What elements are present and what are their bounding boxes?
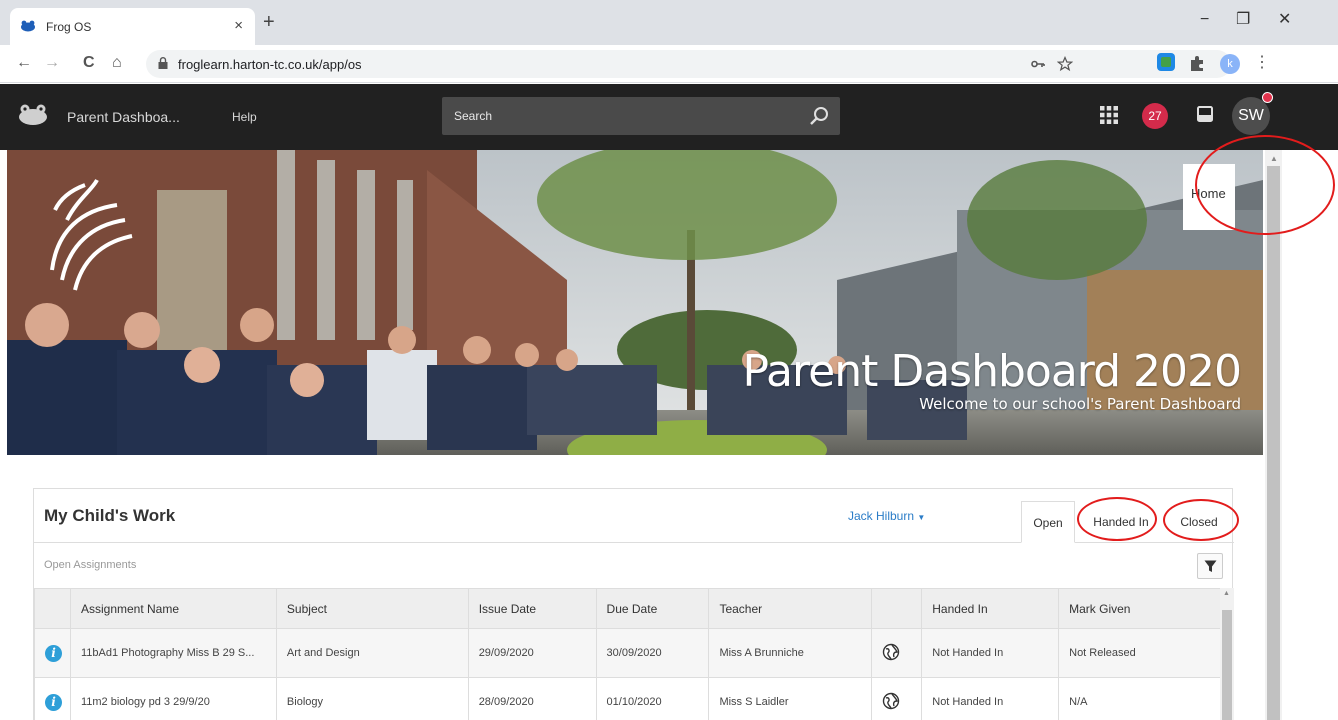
profile-avatar[interactable]: k bbox=[1220, 54, 1240, 74]
filter-button[interactable] bbox=[1197, 553, 1223, 579]
back-button[interactable]: ← bbox=[16, 54, 32, 72]
apps-grid-icon[interactable] bbox=[1100, 106, 1118, 124]
notification-badge[interactable]: 27 bbox=[1142, 103, 1168, 129]
key-icon[interactable] bbox=[1031, 59, 1045, 69]
browser-tabstrip: Frog OS × + − ❐ ✕ bbox=[0, 0, 1338, 45]
issue-date: 28/09/2020 bbox=[467, 677, 597, 720]
annotation-circle-closed bbox=[1163, 499, 1239, 541]
annotation-circle-home bbox=[1195, 135, 1335, 235]
home-nav-button[interactable]: ⌂ bbox=[112, 54, 122, 72]
info-icon[interactable]: i bbox=[45, 644, 62, 662]
tab-close-icon[interactable]: × bbox=[234, 17, 243, 34]
tab-open[interactable]: Open bbox=[1021, 501, 1075, 543]
column-header[interactable]: Issue Date bbox=[467, 588, 597, 629]
widget-title: My Child's Work bbox=[44, 506, 176, 525]
frog-logo-icon[interactable] bbox=[18, 104, 48, 126]
info-icon[interactable]: i bbox=[45, 693, 62, 711]
column-header[interactable]: Teacher bbox=[708, 588, 873, 629]
assignment-name[interactable]: 11bAd1 Photography Miss B 29 S... bbox=[69, 628, 277, 678]
inbox-tray-icon[interactable] bbox=[1197, 106, 1213, 122]
filter-icon bbox=[1204, 560, 1217, 572]
lock-icon bbox=[158, 57, 168, 69]
forward-button[interactable]: → bbox=[44, 54, 60, 72]
search-placeholder: Search bbox=[454, 109, 493, 123]
column-header[interactable]: Subject bbox=[275, 588, 469, 629]
browser-tab[interactable]: Frog OS × bbox=[10, 8, 255, 45]
user-avatar[interactable]: SW bbox=[1232, 97, 1270, 135]
tab-title: Frog OS bbox=[46, 20, 92, 34]
browser-menu-icon[interactable]: ⋮ bbox=[1254, 54, 1270, 72]
mark-given: Not Released bbox=[1058, 628, 1234, 678]
restore-button[interactable]: ❐ bbox=[1236, 12, 1250, 28]
extension-icon[interactable] bbox=[1157, 53, 1175, 71]
avatar-alert-badge bbox=[1262, 92, 1273, 103]
column-header bbox=[871, 588, 923, 629]
address-bar[interactable]: froglearn.harton-tc.co.uk/app/os bbox=[146, 50, 1231, 78]
child-name: Jack Hilburn bbox=[848, 509, 915, 523]
handed-in-status: Not Handed In bbox=[921, 628, 1060, 678]
due-date: 30/09/2020 bbox=[595, 628, 710, 678]
column-header[interactable]: Mark Given bbox=[1058, 588, 1234, 629]
minimize-button[interactable]: − bbox=[1200, 12, 1209, 28]
column-header bbox=[34, 588, 71, 629]
chevron-down-icon: ▼ bbox=[917, 513, 926, 522]
close-window-button[interactable]: ✕ bbox=[1278, 12, 1291, 28]
subject: Art and Design bbox=[275, 628, 469, 678]
globe-icon[interactable] bbox=[882, 692, 900, 710]
table-scroll-thumb[interactable] bbox=[1222, 610, 1232, 720]
table-scroll-up-icon[interactable]: ▲ bbox=[1223, 590, 1230, 597]
banner-subtitle: Welcome to our school's Parent Dashboard bbox=[919, 395, 1241, 413]
new-tab-button[interactable]: + bbox=[263, 12, 275, 32]
table-header-row: Assignment Name Subject Issue Date Due D… bbox=[34, 588, 1234, 629]
banner-image: Parent Dashboard 2020 Welcome to our sch… bbox=[7, 150, 1263, 455]
assignments-table: Assignment Name Subject Issue Date Due D… bbox=[34, 588, 1234, 720]
subject: Biology bbox=[275, 677, 469, 720]
browser-toolbar: ← → C ⌂ froglearn.harton-tc.co.uk/app/os… bbox=[0, 45, 1338, 83]
handed-in-status: Not Handed In bbox=[921, 677, 1060, 720]
help-link[interactable]: Help bbox=[232, 110, 257, 124]
url-text: froglearn.harton-tc.co.uk/app/os bbox=[178, 57, 362, 72]
app-title[interactable]: Parent Dashboa... bbox=[67, 109, 180, 125]
app-header: Parent Dashboa... Help Search 27 SW bbox=[0, 84, 1338, 150]
teacher: Miss A Brunniche bbox=[708, 628, 873, 678]
due-date: 01/10/2020 bbox=[595, 677, 710, 720]
banner-title: Parent Dashboard 2020 bbox=[742, 346, 1242, 397]
annotation-circle-handed-in bbox=[1077, 497, 1157, 541]
reload-button[interactable]: C bbox=[83, 54, 95, 72]
star-icon[interactable] bbox=[1057, 56, 1073, 72]
frog-favicon-icon bbox=[21, 20, 35, 32]
globe-icon[interactable] bbox=[882, 643, 900, 661]
my-childs-work-widget: My Child's Work Jack Hilburn ▼ Open Hand… bbox=[33, 488, 1234, 720]
table-scrollbar[interactable]: ▲ bbox=[1220, 588, 1234, 720]
child-selector[interactable]: Jack Hilburn ▼ bbox=[848, 509, 925, 523]
search-input[interactable]: Search bbox=[442, 97, 840, 135]
table-row[interactable]: i 11bAd1 Photography Miss B 29 S... Art … bbox=[34, 628, 1234, 678]
assignment-name[interactable]: 11m2 biology pd 3 29/9/20 bbox=[69, 677, 277, 720]
page-scrollbar[interactable]: ▲ bbox=[1265, 150, 1282, 720]
open-assignments-label: Open Assignments bbox=[44, 559, 137, 571]
teacher: Miss S Laidler bbox=[708, 677, 873, 720]
puzzle-icon[interactable] bbox=[1188, 54, 1206, 72]
table-row[interactable]: i 11m2 biology pd 3 29/9/20 Biology 28/0… bbox=[34, 677, 1234, 720]
mark-given: N/A bbox=[1058, 677, 1234, 720]
scroll-thumb[interactable] bbox=[1267, 166, 1280, 720]
issue-date: 29/09/2020 bbox=[467, 628, 597, 678]
search-icon[interactable] bbox=[808, 105, 830, 127]
column-header[interactable]: Handed In bbox=[921, 588, 1060, 629]
column-header[interactable]: Due Date bbox=[595, 588, 710, 629]
column-header[interactable]: Assignment Name bbox=[69, 588, 277, 629]
